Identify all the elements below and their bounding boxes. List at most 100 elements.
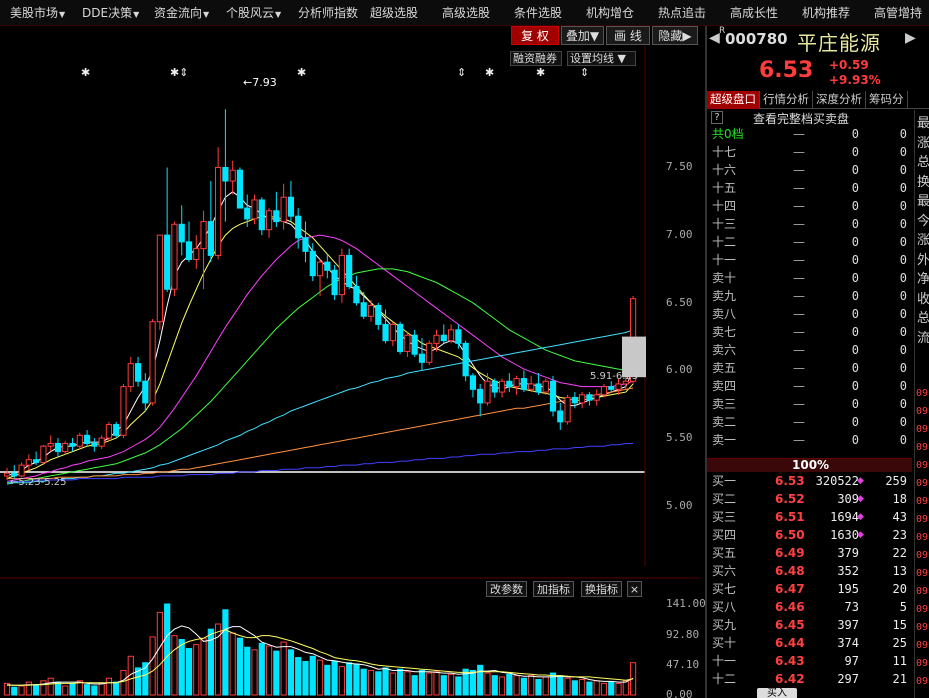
volume-bar[interactable] [455,676,462,696]
orderbook-row[interactable]: 买十 6.44 374 25 [707,634,929,652]
volume-bar[interactable] [91,685,98,696]
orderbook-row[interactable]: 十一 6.43 97 11 [707,652,929,670]
orderbook-row[interactable]: 十四 — 0 0 [707,197,929,215]
menu-item[interactable]: 高管增持 [864,0,929,25]
volume-bar[interactable] [484,672,491,696]
set-ma-dropdown[interactable]: 设置均线 ▼ [567,51,636,66]
buy-button[interactable]: 买入 [757,688,797,698]
volume-bar[interactable] [447,673,455,696]
volume-bar[interactable] [513,675,520,696]
volume-bar[interactable] [586,681,593,696]
volume-bar[interactable] [600,682,608,696]
volume-bar[interactable] [309,655,316,696]
volume-bar[interactable] [287,649,295,696]
orderbook-row[interactable]: 买六 6.48 352 13 [707,562,929,580]
menu-item[interactable]: 个股风云▼ [216,0,288,25]
volume-bar[interactable] [280,641,287,696]
volume-bar[interactable] [367,669,375,696]
volume-bar[interactable] [346,662,353,696]
orderbook-row[interactable]: 卖二 — 0 0 [707,413,929,431]
volume-bar[interactable] [593,680,600,696]
volume-bar[interactable] [258,642,265,696]
orderbook-row[interactable]: 卖十 — 0 0 [707,269,929,287]
menu-item[interactable]: DDE决策▼ [72,0,144,25]
volume-bar[interactable] [542,676,549,696]
orderbook-row[interactable]: 买一 6.53 320522 259 ◆ [707,472,929,490]
panel-tab[interactable]: 筹码分 [866,91,908,109]
volume-bar[interactable] [295,657,302,696]
volume-chart[interactable] [0,26,700,698]
orderbook-row[interactable]: 卖一 — 0 0 [707,431,929,449]
switch-indicator-button[interactable]: 换指标 [581,581,622,597]
chart-area[interactable]: ←7.93 ←5.23-5.25 5.91-6.23 ✱ ✱⇕ ✱ ⇕ ✱ ✱ ⇕ 复 权 叠加▼… [0,26,706,698]
menu-item[interactable]: 美股市场▼ [0,0,72,25]
volume-bar[interactable] [105,677,113,696]
volume-bar[interactable] [200,637,207,696]
volume-bar[interactable] [156,611,163,696]
volume-bar[interactable] [520,677,527,696]
volume-bar[interactable] [418,669,426,696]
volume-bar[interactable] [302,660,309,696]
orderbook-row[interactable]: 卖六 — 0 0 [707,341,929,359]
menu-item[interactable]: 高成长性 [720,0,792,25]
orderbook-row[interactable]: 共0档 — 0 0 [707,125,929,143]
orderbook-row[interactable]: 买三 6.51 1694 43 ◆ [707,508,929,526]
volume-bar[interactable] [571,680,578,696]
volume-bar[interactable] [98,682,105,696]
volume-bar[interactable] [615,682,622,696]
menu-item[interactable]: 机构推荐 [792,0,864,25]
volume-bar[interactable] [193,644,200,696]
volume-bar[interactable] [491,675,498,696]
orderbook-row[interactable]: 买五 6.49 379 22 [707,544,929,562]
orderbook-row[interactable]: 买九 6.45 397 15 [707,616,929,634]
volume-bar[interactable] [40,680,47,696]
orderbook-row[interactable]: 十二 — 0 0 [707,233,929,251]
volume-bar[interactable] [316,659,324,696]
orderbook-row[interactable]: 卖九 — 0 0 [707,287,929,305]
menu-item[interactable]: 机构增仓 [576,0,648,25]
menu-item[interactable]: 条件选股 [504,0,576,25]
menu-item[interactable]: 资金流向▼ [144,0,216,25]
menu-item[interactable]: 超级选股 [360,0,432,25]
volume-bar[interactable] [433,671,440,696]
orderbook-row[interactable]: 十六 — 0 0 [707,161,929,179]
volume-bar[interactable] [185,648,193,696]
volume-bar[interactable] [11,686,18,696]
draw-line-button[interactable]: 画 线 [606,26,650,45]
volume-bar[interactable] [83,684,91,696]
fuquan-button[interactable]: 复 权 [511,26,559,45]
volume-bar[interactable] [535,679,542,696]
orderbook-row[interactable]: 卖八 — 0 0 [707,305,929,323]
close-icon[interactable]: ⨯ [627,581,642,597]
volume-bar[interactable] [389,672,396,696]
volume-bar[interactable] [579,679,586,696]
volume-bar[interactable] [564,677,571,696]
volume-bar[interactable] [477,664,484,696]
volume-bar[interactable] [353,663,360,696]
edit-params-button[interactable]: 改参数 [486,581,527,597]
volume-bar[interactable] [528,675,535,696]
volume-bar[interactable] [360,668,367,696]
volume-bar[interactable] [426,672,433,696]
volume-bar[interactable] [229,632,236,696]
volume-bar[interactable] [411,675,418,696]
volume-bar[interactable] [251,649,258,696]
menu-item[interactable]: 高级选股 [432,0,504,25]
margin-trading-button[interactable]: 融资融券 [510,51,562,66]
volume-bar[interactable] [113,681,120,696]
orderbook-row[interactable]: 卖七 — 0 0 [707,323,929,341]
volume-bar[interactable] [397,668,404,696]
volume-bar[interactable] [47,677,54,696]
orderbook-row[interactable]: 十七 — 0 0 [707,143,929,161]
menu-item[interactable]: 热点追击 [648,0,720,25]
menu-item[interactable]: 分析师指数 [288,0,360,25]
volume-bar[interactable] [608,681,615,696]
panel-tab[interactable]: 深度分析 [813,91,866,109]
orderbook-row[interactable]: 卖四 — 0 0 [707,377,929,395]
volume-bar[interactable] [25,681,32,696]
orderbook-row[interactable]: 买八 6.46 73 5 [707,598,929,616]
volume-bar[interactable] [338,666,345,696]
add-indicator-button[interactable]: 加指标 [533,581,574,597]
volume-bar[interactable] [469,669,477,696]
volume-bar[interactable] [33,684,40,696]
